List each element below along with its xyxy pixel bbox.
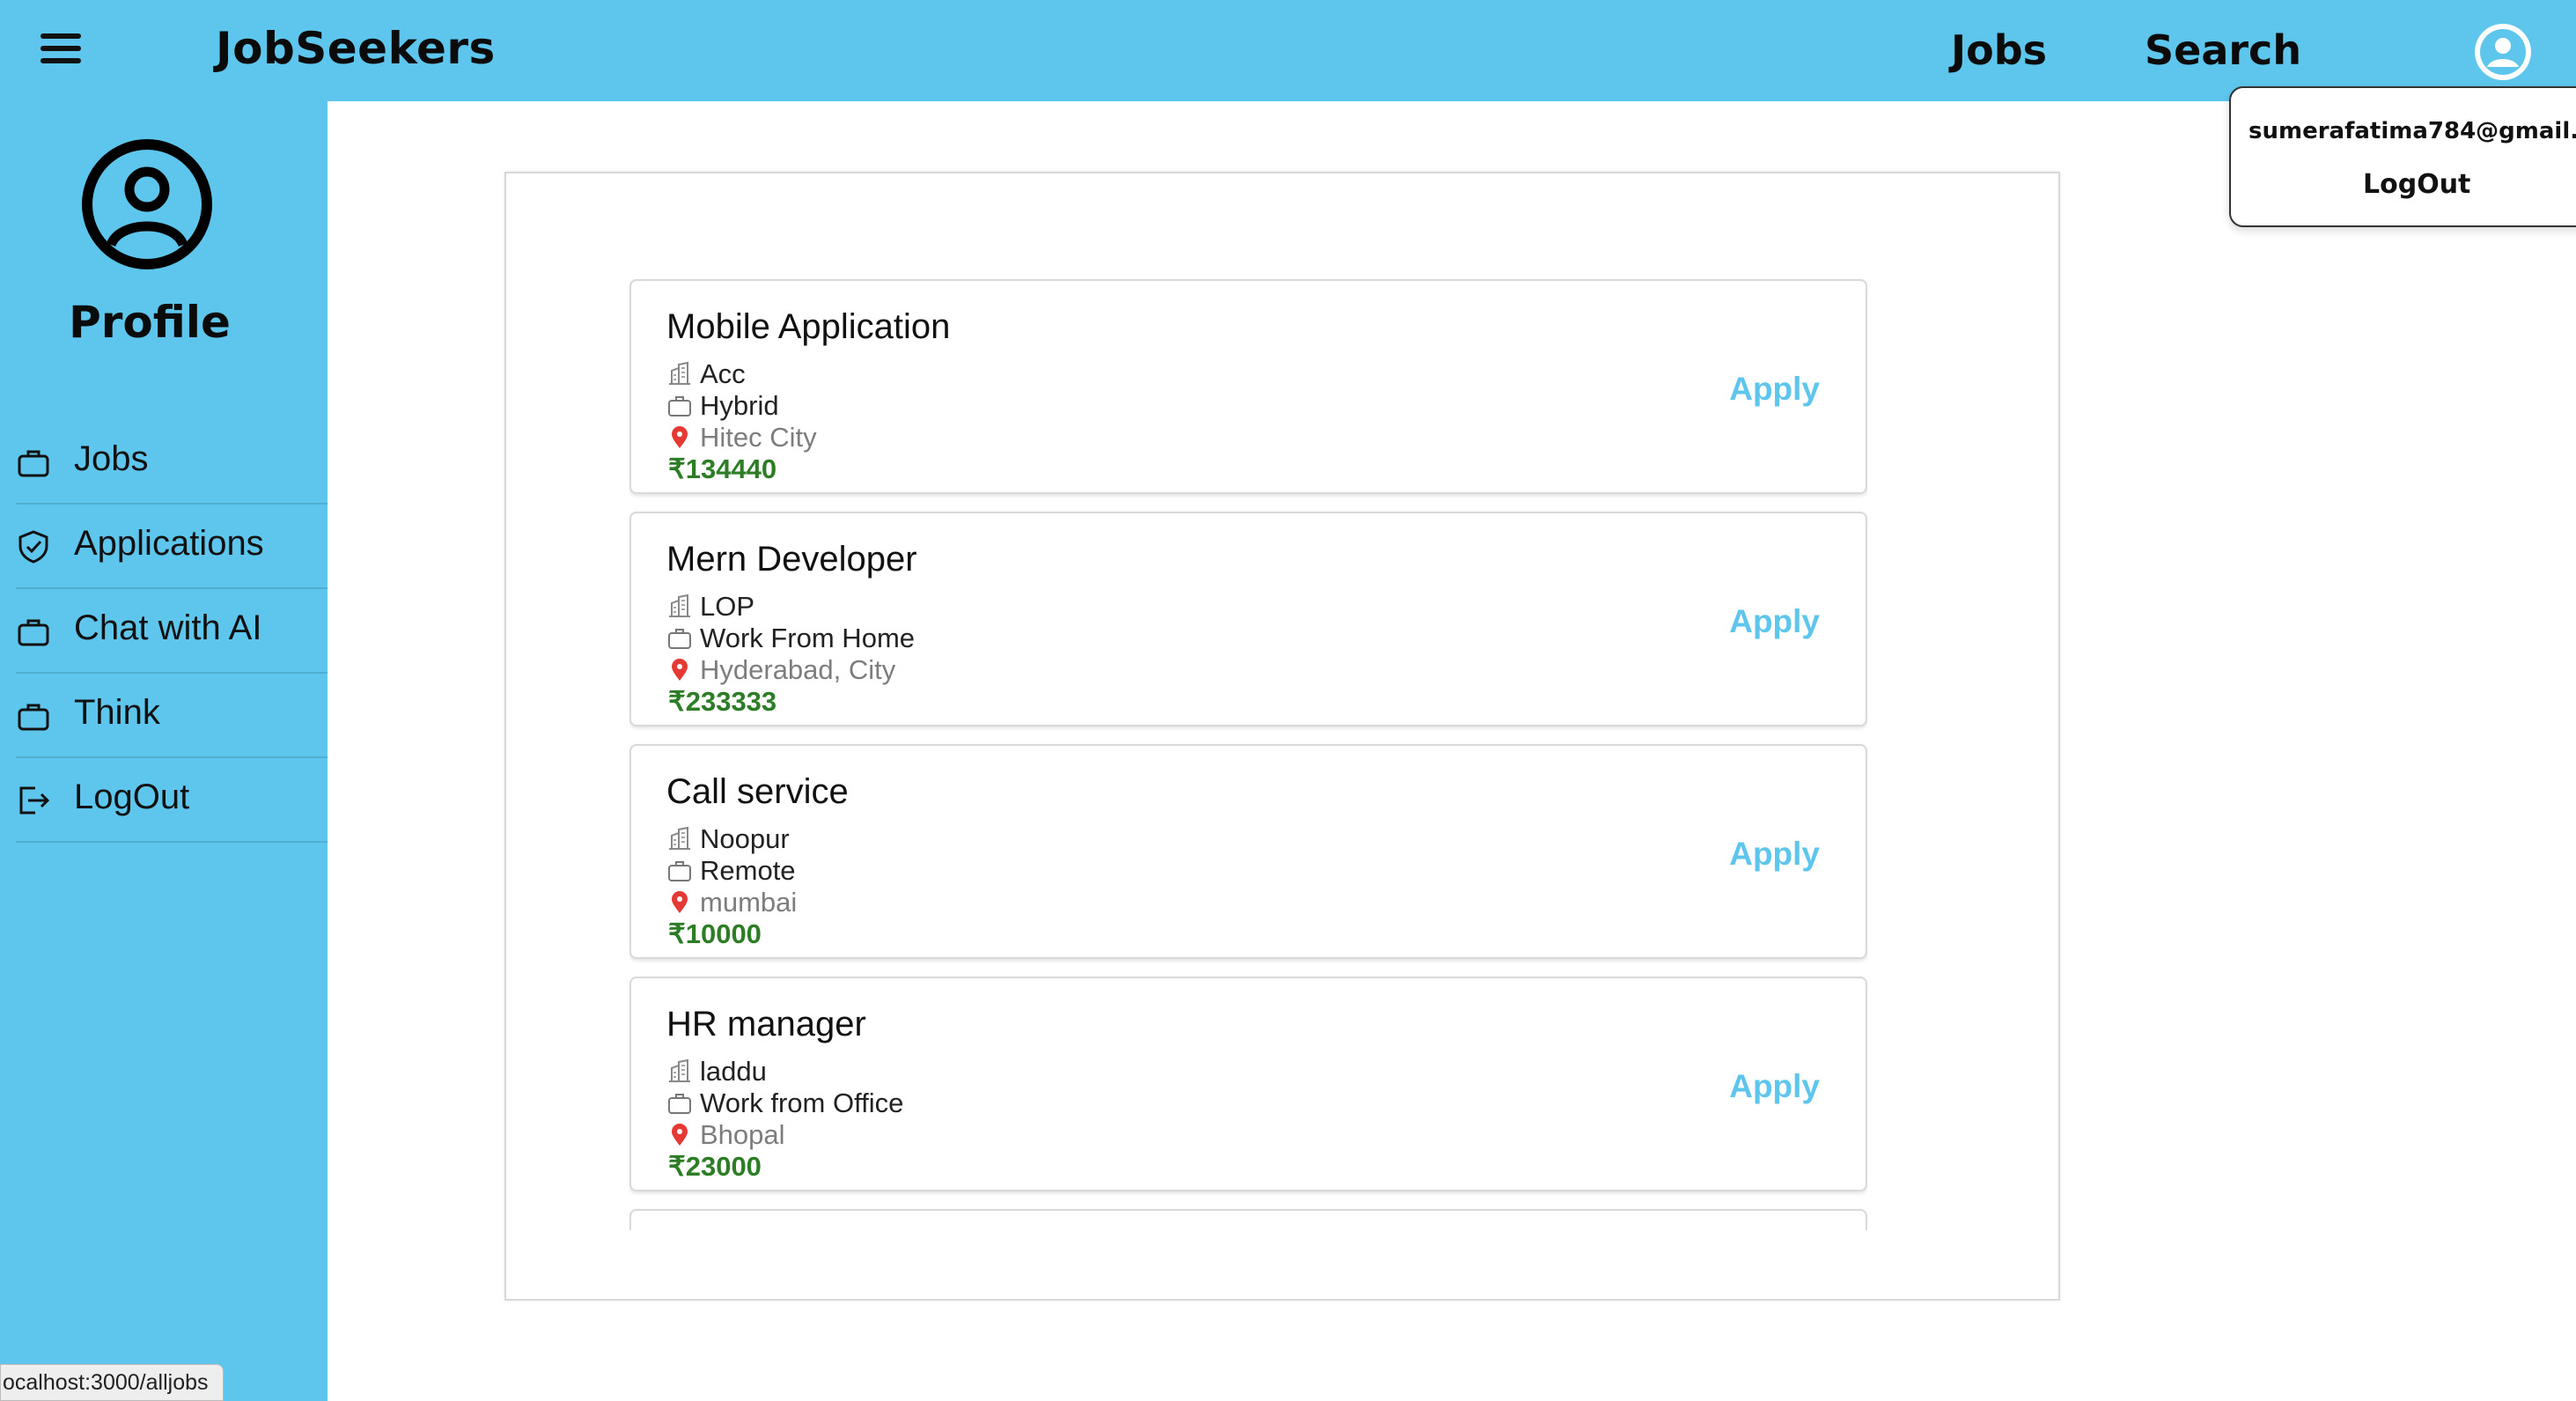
briefcase-icon (668, 1094, 691, 1114)
job-salary: ₹134440 (668, 453, 777, 484)
job-company: LOP (666, 591, 754, 623)
job-title: Mobile Application (666, 307, 951, 346)
job-location: Bhopal (666, 1119, 785, 1151)
briefcase-icon (668, 396, 691, 417)
sidebar-item-think[interactable]: Think (16, 674, 328, 758)
job-card: Mern Developer LOP Work From Home Hydera… (629, 512, 1867, 726)
dropdown-logout-button[interactable]: LogOut (2363, 169, 2470, 200)
job-salary: ₹23000 (668, 1151, 762, 1182)
briefcase-icon (668, 861, 691, 881)
location-pin-icon (672, 659, 688, 681)
top-navbar: JobSeekers Jobs Search (0, 0, 2576, 101)
sidebar-item-chat-with-ai[interactable]: Chat with AI (16, 589, 328, 674)
profile-title[interactable]: Profile (0, 297, 299, 348)
apply-button[interactable]: Apply (1729, 603, 1820, 640)
job-card: HR manager laddu Work from Office Bhopal… (629, 977, 1867, 1191)
briefcase-icon (668, 629, 691, 649)
sidebar: Profile Jobs Applications Chat with AI T… (0, 101, 328, 1401)
sidebar-item-logout[interactable]: LogOut (16, 758, 328, 843)
job-card: Call service Noopur Remote mumbai ₹10000… (629, 744, 1867, 959)
job-location-label: Bhopal (700, 1119, 785, 1150)
job-work-mode: Hybrid (666, 390, 779, 422)
building-icon (669, 826, 690, 850)
job-company: Noopur (666, 823, 790, 855)
job-list[interactable]: Mobile Application Acc Hybrid Hitec City… (629, 279, 1867, 1230)
sidebar-item-applications[interactable]: Applications (16, 505, 328, 589)
user-email: sumerafatima784@gmail.com (2248, 118, 2576, 144)
jobs-panel: Mobile Application Acc Hybrid Hitec City… (504, 172, 2060, 1301)
job-location-label: mumbai (700, 887, 798, 918)
job-location: mumbai (666, 887, 797, 918)
nav-jobs-link[interactable]: Jobs (1951, 26, 2047, 74)
briefcase-icon (18, 704, 49, 731)
logout-icon (19, 786, 50, 815)
brand-logo-text[interactable]: JobSeekers (216, 23, 496, 74)
job-salary: ₹233333 (668, 686, 777, 717)
building-icon (669, 361, 690, 385)
nav-search-link[interactable]: Search (2145, 26, 2301, 74)
job-company-label: Acc (700, 358, 746, 389)
user-avatar-icon[interactable] (2474, 23, 2532, 81)
user-dropdown-menu: sumerafatima784@gmail.com LogOut (2229, 86, 2576, 227)
location-pin-icon (672, 891, 688, 913)
job-card-partial (629, 1209, 1867, 1230)
job-company: laddu (666, 1056, 767, 1088)
hamburger-menu-icon[interactable] (40, 33, 83, 65)
job-work-mode: Remote (666, 855, 796, 887)
job-title: HR manager (666, 1005, 866, 1043)
sidebar-item-label: LogOut (74, 778, 190, 816)
profile-avatar-icon[interactable] (81, 138, 213, 270)
job-salary: ₹10000 (668, 918, 762, 949)
browser-status-url: ocalhost:3000/alljobs (0, 1364, 224, 1401)
location-pin-icon (672, 426, 688, 448)
job-title: Call service (666, 772, 849, 811)
sidebar-item-label: Jobs (74, 439, 149, 478)
job-company-label: Noopur (700, 823, 790, 854)
job-card: Mobile Application Acc Hybrid Hitec City… (629, 279, 1867, 494)
job-work-mode-label: Work from Office (700, 1088, 904, 1118)
apply-button[interactable]: Apply (1729, 1068, 1820, 1105)
job-location-label: Hitec City (700, 422, 817, 453)
sidebar-item-label: Chat with AI (74, 608, 262, 647)
job-work-mode: Work From Home (666, 623, 915, 654)
building-icon (669, 1058, 690, 1082)
apply-button[interactable]: Apply (1729, 836, 1820, 873)
building-icon (669, 594, 690, 617)
job-work-mode-label: Work From Home (700, 623, 916, 653)
sidebar-item-jobs[interactable]: Jobs (16, 420, 328, 505)
shield-check-icon (18, 530, 48, 564)
apply-button[interactable]: Apply (1729, 371, 1820, 408)
job-work-mode-label: Hybrid (700, 390, 779, 421)
sidebar-item-label: Applications (74, 524, 264, 563)
job-company-label: laddu (700, 1056, 767, 1087)
job-title: Mern Developer (666, 540, 917, 579)
briefcase-icon (18, 619, 49, 646)
job-work-mode: Work from Office (666, 1088, 903, 1119)
job-location: Hitec City (666, 422, 817, 453)
sidebar-item-label: Think (74, 693, 160, 732)
location-pin-icon (672, 1124, 688, 1146)
job-company-label: LOP (700, 591, 755, 622)
briefcase-icon (18, 450, 49, 477)
job-location: Hyderabad, City (666, 654, 895, 686)
job-location-label: Hyderabad, City (700, 654, 896, 685)
job-company: Acc (666, 358, 746, 390)
job-work-mode-label: Remote (700, 855, 796, 886)
